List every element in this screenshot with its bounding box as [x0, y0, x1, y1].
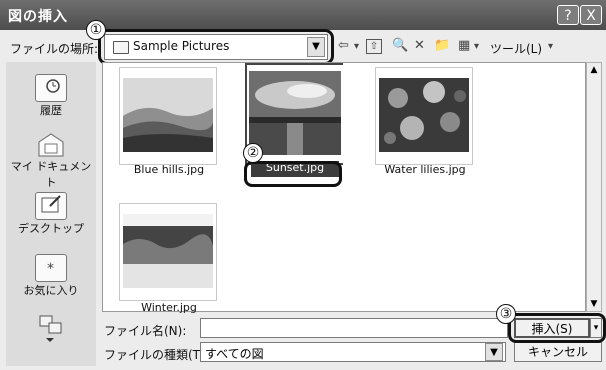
- delete-icon[interactable]: ✕: [414, 38, 425, 53]
- places-bar: 履歴 マイ ドキュメント デスクトップ * お気に入り: [6, 62, 96, 366]
- favorites-icon: *: [35, 254, 67, 282]
- tools-menu[interactable]: ツール(L): [490, 40, 542, 57]
- cancel-button-label: キャンセル: [527, 345, 588, 359]
- help-button[interactable]: ?: [557, 5, 579, 25]
- look-in-label: ファイルの場所:: [10, 42, 99, 56]
- up-folder-icon[interactable]: ⇧: [366, 39, 382, 54]
- file-name-blue-hills[interactable]: Blue hills.jpg: [99, 163, 239, 176]
- tools-dropdown-icon[interactable]: ▾: [548, 41, 553, 52]
- place-my-documents[interactable]: マイ ドキュメント: [6, 132, 96, 190]
- scroll-down-icon[interactable]: ▼: [587, 297, 601, 311]
- chevron-down-icon[interactable]: ▼: [485, 343, 503, 361]
- file-name-winter[interactable]: Winter.jpg: [99, 301, 239, 314]
- file-list: Blue hills.jpg Sunset.jpg Water lilies.j…: [99, 62, 586, 314]
- file-name-water-lilies[interactable]: Water lilies.jpg: [355, 163, 495, 176]
- back-icon[interactable]: ⇦: [338, 38, 349, 53]
- insert-picture-dialog: 図の挿入 ? X ファイルの場所: Sample Pictures ▼ ① ⇦ …: [0, 0, 606, 370]
- network-places-icon: [36, 314, 66, 342]
- history-icon: [35, 74, 67, 102]
- file-thumbnail-blue-hills[interactable]: [119, 67, 217, 165]
- callout-number-1: ①: [86, 20, 106, 40]
- filename-label: ファイル名(N):: [104, 324, 187, 338]
- callout-frame-3: [508, 313, 606, 343]
- place-label: 履歴: [40, 104, 62, 117]
- file-thumbnail-winter[interactable]: [119, 203, 217, 301]
- cancel-button[interactable]: キャンセル: [514, 342, 602, 362]
- svg-text:*: *: [47, 261, 54, 277]
- views-dropdown-icon[interactable]: ▾: [474, 41, 479, 52]
- filetype-select[interactable]: すべての図 ▼: [200, 342, 506, 362]
- filetype-label: ファイルの種類(T):: [104, 348, 209, 362]
- vertical-scrollbar[interactable]: ▲ ▼: [586, 62, 602, 312]
- place-label: お気に入り: [23, 284, 79, 297]
- place-history[interactable]: 履歴: [6, 74, 96, 118]
- close-button[interactable]: X: [580, 5, 602, 25]
- new-folder-icon[interactable]: 📁: [434, 38, 450, 53]
- views-icon[interactable]: ▦: [458, 38, 470, 53]
- place-network[interactable]: [6, 314, 96, 342]
- file-thumbnail-water-lilies[interactable]: [375, 67, 473, 165]
- scroll-up-icon[interactable]: ▲: [587, 63, 601, 77]
- callout-frame-2: [244, 161, 342, 187]
- callout-number-2: ②: [243, 143, 263, 163]
- place-label: デスクトップ: [18, 222, 84, 235]
- my-documents-icon: [36, 132, 66, 158]
- back-dropdown-icon[interactable]: ▾: [354, 41, 359, 52]
- place-favorites[interactable]: * お気に入り: [6, 254, 96, 298]
- place-label: マイ ドキュメント: [10, 160, 92, 189]
- place-desktop[interactable]: デスクトップ: [6, 192, 96, 236]
- filename-input[interactable]: [200, 318, 508, 338]
- filetype-value: すべての図: [205, 347, 264, 361]
- callout-number-3: ③: [496, 304, 516, 324]
- window-title: 図の挿入: [8, 9, 68, 25]
- callout-frame-1: [98, 29, 334, 65]
- search-icon[interactable]: 🔍: [392, 38, 408, 53]
- desktop-icon: [35, 192, 67, 220]
